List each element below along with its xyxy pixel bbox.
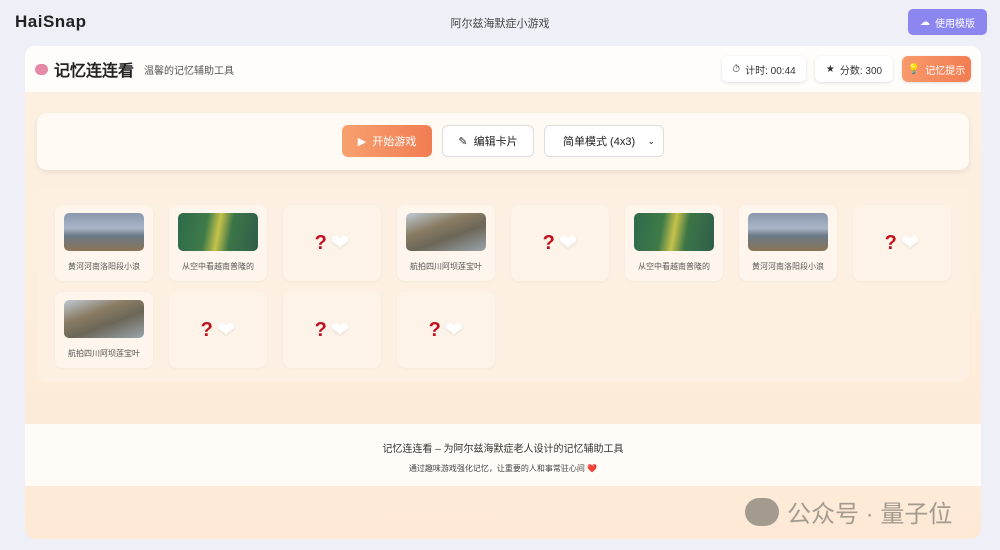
card-image: [406, 213, 486, 251]
difficulty-value: 简单模式 (4x3): [563, 136, 636, 148]
memory-card-hidden[interactable]: ? ❤: [853, 205, 951, 281]
memory-card-hidden[interactable]: ? ❤: [511, 205, 609, 281]
score-badge: ★ 分数: 300: [815, 56, 893, 82]
card-label: 从空中看越南普隆的: [638, 262, 710, 271]
chevron-down-icon: ⌄: [647, 135, 655, 146]
memory-card-hidden[interactable]: ? ❤: [169, 292, 267, 368]
memory-card-hidden[interactable]: ? ❤: [283, 292, 381, 368]
card-image: [64, 213, 144, 251]
difficulty-select[interactable]: 简单模式 (4x3) ⌄: [544, 125, 664, 157]
stopwatch-icon: ⏱: [732, 63, 741, 75]
footer: 记忆连连看 – 为阿尔兹海默症老人设计的记忆辅助工具 通过趣味游戏强化记忆，让重…: [25, 424, 981, 486]
question-mark-icon: ?: [884, 231, 897, 254]
heart-icon: ❤: [330, 230, 350, 255]
memory-hint-button[interactable]: 💡 记忆提示: [902, 56, 971, 82]
memory-card-revealed[interactable]: 从空中看越南普隆的: [169, 205, 267, 281]
start-game-button[interactable]: ▶ 开始游戏: [342, 125, 432, 157]
memory-card-revealed[interactable]: 航拍四川阿坝莲宝叶: [55, 292, 153, 368]
brain-icon: [35, 63, 48, 75]
heart-icon: ❤: [900, 230, 920, 255]
memory-card-revealed[interactable]: 黄河河南洛阳段小浪: [55, 205, 153, 281]
question-mark-icon: ?: [428, 318, 441, 341]
card-label: 从空中看越南普隆的: [182, 262, 254, 271]
card-label: 航拍四川阿坝莲宝叶: [68, 349, 140, 358]
lightbulb-icon: 💡: [907, 63, 921, 75]
heart-icon: ❤️: [587, 464, 598, 473]
card-image: [64, 300, 144, 338]
play-icon: ▶: [357, 135, 367, 148]
card-label: 航拍四川阿坝莲宝叶: [410, 262, 482, 271]
footer-message-text: 通过趣味游戏强化记忆，让重要的人和事常驻心间: [408, 464, 585, 473]
game-title: 记忆连连看: [54, 63, 135, 80]
card-grid: 黄河河南洛阳段小浪 从空中看越南普隆的? ❤ 航拍四川阿坝莲宝叶? ❤ 从空中看越南普隆的…: [37, 186, 969, 382]
top-bar: HaiSnap 阿尔兹海默症小游戏 ☁ 使用模版: [0, 0, 1000, 42]
use-template-button[interactable]: ☁ 使用模版: [908, 9, 987, 35]
heart-icon: ❤: [216, 317, 236, 342]
card-label: 黄河河南洛阳段小浪: [752, 262, 824, 271]
watermark: 公众号 · 量子位: [745, 494, 952, 529]
cloud-upload-icon: ☁: [920, 16, 930, 28]
game-header: 记忆连连看 温馨的记忆辅助工具 ⏱ 计时: 00:44 ★ 分数: 300 💡 记忆提…: [25, 46, 981, 92]
footer-tagline: 记忆连连看 – 为阿尔兹海默症老人设计的记忆辅助工具: [382, 444, 624, 455]
card-label: 黄河河南洛阳段小浪: [68, 262, 140, 271]
edit-icon: ✎: [458, 135, 468, 148]
question-mark-icon: ?: [200, 318, 213, 341]
score-text: 分数: 300: [839, 65, 883, 77]
heart-icon: ❤: [444, 317, 464, 342]
timer-text: 计时: 00:44: [745, 65, 796, 77]
question-mark-icon: ?: [314, 318, 327, 341]
star-icon: ★: [825, 63, 835, 75]
hint-label: 记忆提示: [925, 65, 966, 77]
heart-icon: ❤: [330, 317, 350, 342]
wechat-icon: [745, 497, 779, 526]
use-template-label: 使用模版: [935, 18, 975, 30]
controls-bar: ▶ 开始游戏 ✎ 编辑卡片 简单模式 (4x3) ⌄: [37, 113, 969, 170]
memory-card-revealed[interactable]: 黄河河南洛阳段小浪: [739, 205, 837, 281]
memory-card-revealed[interactable]: 从空中看越南普隆的: [625, 205, 723, 281]
heart-icon: ❤: [558, 230, 578, 255]
timer-badge: ⏱ 计时: 00:44: [722, 56, 806, 82]
memory-card-hidden[interactable]: ? ❤: [397, 292, 495, 368]
card-image: [634, 213, 714, 251]
question-mark-icon: ?: [314, 231, 327, 254]
app-title: 阿尔兹海默症小游戏: [450, 18, 550, 30]
watermark-text: 公众号 · 量子位: [787, 501, 953, 528]
card-image: [178, 213, 258, 251]
card-image: [748, 213, 828, 251]
memory-card-hidden[interactable]: ? ❤: [283, 205, 381, 281]
game-panel: 记忆连连看 温馨的记忆辅助工具 ⏱ 计时: 00:44 ★ 分数: 300 💡 记忆提…: [25, 46, 981, 539]
footer-message: 通过趣味游戏强化记忆，让重要的人和事常驻心间 ❤️: [25, 463, 981, 474]
edit-cards-button[interactable]: ✎ 编辑卡片: [442, 125, 534, 157]
memory-card-revealed[interactable]: 航拍四川阿坝莲宝叶: [397, 205, 495, 281]
question-mark-icon: ?: [542, 231, 555, 254]
edit-label: 编辑卡片: [473, 136, 518, 148]
game-subtitle: 温馨的记忆辅助工具: [144, 65, 235, 77]
start-label: 开始游戏: [372, 136, 417, 148]
